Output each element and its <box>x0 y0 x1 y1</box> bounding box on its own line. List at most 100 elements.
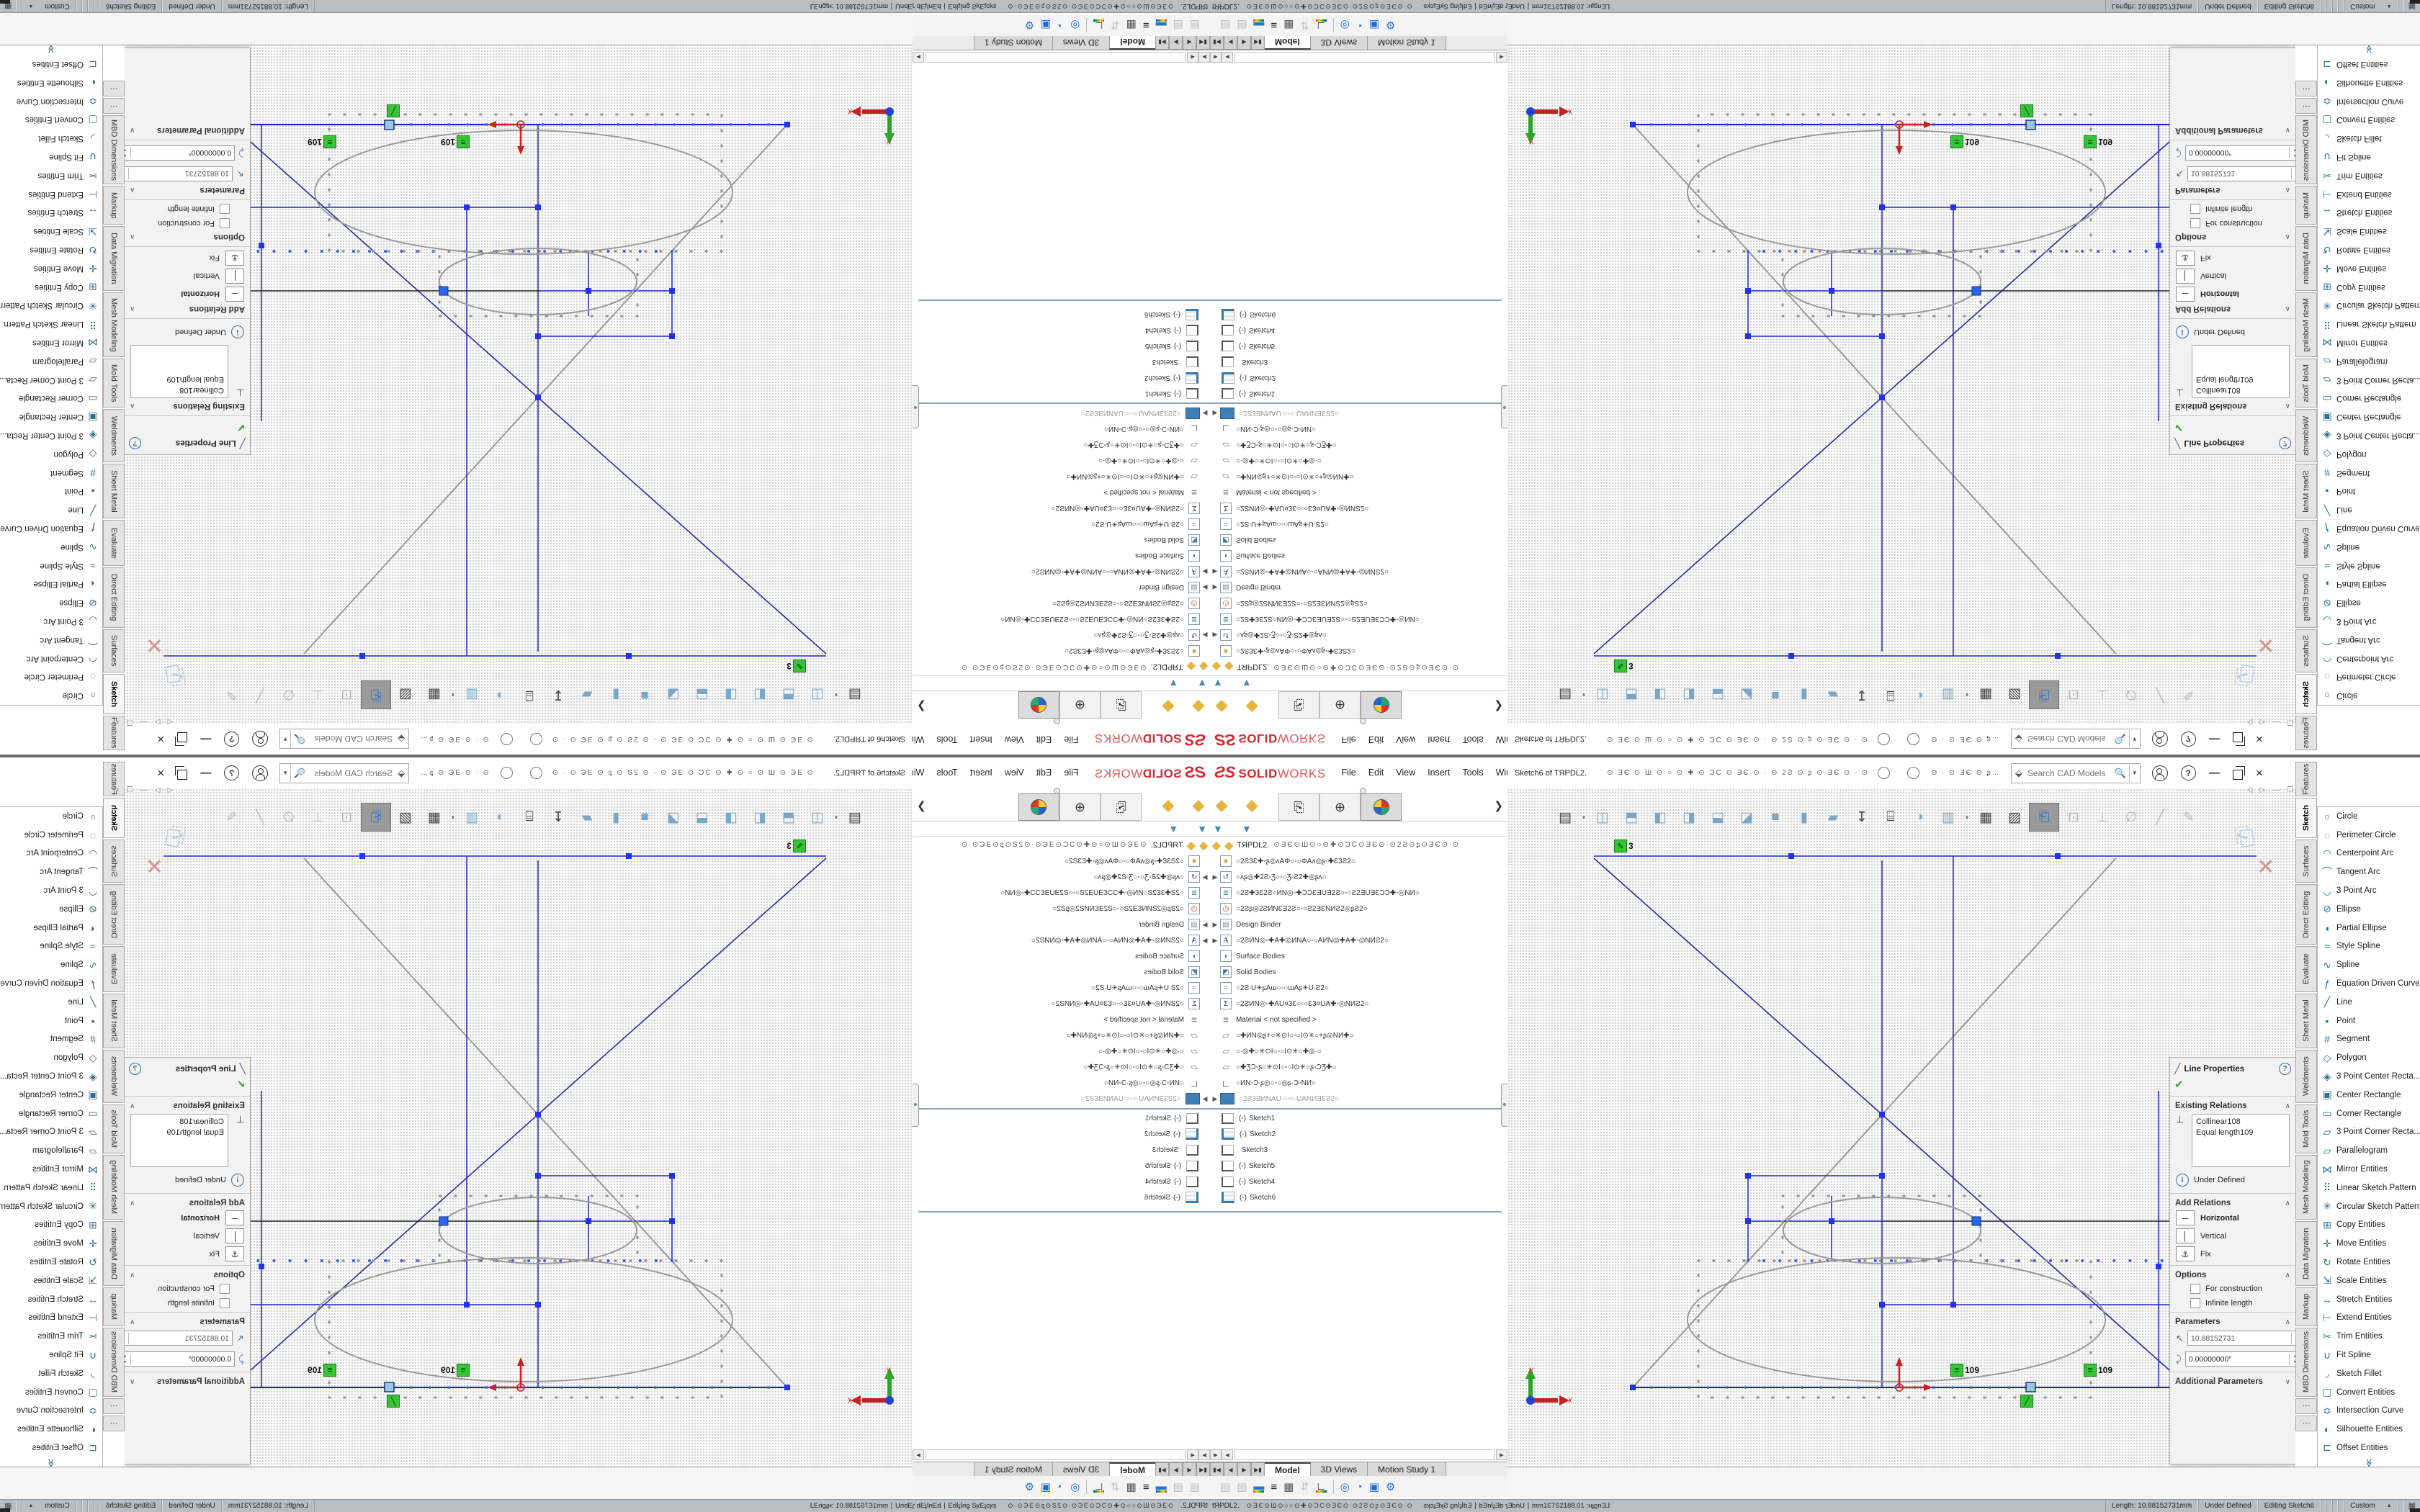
view-tool-icon[interactable]: ╱ <box>2146 804 2174 831</box>
child-minimize-icon[interactable]: — <box>140 786 148 794</box>
tree-row[interactable]: ▶ ○ʌʂ◎✚2Ƨ◦Ʒ○◦○Ʒ◦Ƨ2✚◎ʂʌ○ <box>1210 869 1502 885</box>
tree-row[interactable]: ○2Ƨ∙U✳ʂAɯ○◦○ɯAʂ✳U∙Ƨ2○ <box>1210 980 1502 996</box>
collapse-icon[interactable]: ∧ <box>2285 1102 2290 1110</box>
view-tool-icon[interactable]: ◧ <box>745 681 774 708</box>
checkbox[interactable] <box>220 1298 230 1308</box>
flyout-item[interactable]: ○ Circle <box>0 686 102 705</box>
view-tool-icon[interactable]: ■ <box>1761 804 1790 831</box>
next-pane-arrow[interactable]: ❯ <box>917 799 926 812</box>
bottom-toolbar-icon[interactable]: ≡ <box>1270 1482 1277 1493</box>
view-tool-icon[interactable]: ◑ <box>1905 804 1934 831</box>
expand-arrow-icon[interactable]: ▶ <box>1210 1095 1220 1103</box>
collapse-icon[interactable]: ∧ <box>130 305 135 313</box>
view-tool-icon[interactable]: ⊥ <box>2088 804 2117 831</box>
flyout-item[interactable]: ⊘ Ellipse <box>2318 900 2420 919</box>
relation-item[interactable]: Collinear108 <box>2196 384 2285 395</box>
view-tool-icon[interactable]: ⌸ <box>515 804 544 831</box>
view-tool-icon[interactable]: ▮ <box>1790 681 1819 708</box>
flyout-item[interactable]: ○ Circle <box>2318 807 2420 826</box>
command-tab[interactable]: Markup <box>103 186 125 225</box>
scroll-left-icon[interactable]: ◀ <box>1222 52 1233 63</box>
view-tool-icon[interactable]: ⌸ <box>1876 804 1905 831</box>
next-pane-arrow[interactable]: ❯ <box>917 700 926 713</box>
section-additional-parameters[interactable]: Additional Parameters ∨ <box>125 125 250 138</box>
document-tab[interactable]: Motion Study 1 <box>1368 1462 1446 1477</box>
flyout-item[interactable]: ⋈ Mirror Entities <box>0 333 102 352</box>
flyout-item[interactable]: # Segment <box>0 464 102 482</box>
menu-item[interactable]: Insert <box>970 768 992 778</box>
length-input[interactable] <box>2188 1334 2291 1343</box>
ring-icon[interactable] <box>501 733 513 745</box>
tree-row[interactable]: ○2Ƨ✚3Ɛ2Ƨ○ИN◎◦✚ƆƆƐƎUƎ2Ƨ○◦○Ƨ2ƎUƎƐƆƆ✚◦◎NИ○ <box>1210 611 1502 627</box>
view-tool-icon[interactable]: ⬒ <box>1617 681 1646 708</box>
view-tool-icon[interactable]: ⊡ <box>2059 804 2088 831</box>
tab-configurationmanager[interactable]: ⊕ <box>1319 793 1361 821</box>
flyout-item[interactable]: ◌ Perimeter Circle <box>0 667 102 686</box>
view-tool-icon[interactable]: ▤ <box>841 804 869 831</box>
more-tools-icon[interactable]: ≫ <box>2318 45 2420 55</box>
vcr-button[interactable]: ▮◀ <box>1210 1462 1224 1477</box>
sketch-diagonal[interactable] <box>231 125 826 654</box>
menu-item[interactable]: Tools <box>936 768 957 778</box>
selected-endpoint-handle[interactable] <box>2026 1382 2035 1392</box>
tree-row[interactable]: Surface Bodies <box>918 948 1210 964</box>
command-tab[interactable]: ⋮ <box>2295 1398 2317 1414</box>
view-tool-icon[interactable]: ▥ <box>1934 804 1963 831</box>
flyout-item[interactable]: ⋈ Mirror Entities <box>2318 1160 2420 1179</box>
flyout-item[interactable]: ▱ Parallelogram <box>0 1141 102 1160</box>
bottom-toolbar-icon[interactable]: ▣ <box>1369 1482 1379 1493</box>
tree-row[interactable]: ○2Ƨ3Ɛ✚◦ʂ◎ʌAΦ○◦○ΦAʌ◎ʂ◦✚Ɛ3Ƨ2○ <box>918 853 1210 869</box>
view-tool-icon[interactable]: ▰ <box>1819 804 1847 831</box>
tab-displaymanager[interactable] <box>1018 691 1059 719</box>
vcr-button[interactable]: ▶ <box>1237 1462 1251 1477</box>
collapse-icon[interactable]: ∧ <box>130 186 135 194</box>
flyout-item[interactable]: ✂ Trim Entities <box>2318 166 2420 185</box>
tree-row[interactable]: ○2Ƨ✚3Ɛ2Ƨ○ИN◎◦✚ƆƆƐƎUƎ2Ƨ○◦○Ƨ2ƎUƎƐƆƆ✚◦◎NИ○ <box>918 885 1210 901</box>
view-tool-icon[interactable]: ◨ <box>1675 804 1703 831</box>
command-tab[interactable]: Mesh Modeling <box>2295 292 2317 357</box>
line-endpoint-handle[interactable] <box>439 1217 448 1225</box>
next-pane-arrow[interactable]: ❯ <box>1494 799 1503 812</box>
ring-icon[interactable] <box>501 767 513 779</box>
command-tab[interactable]: MBD Dimensions <box>2295 1328 2317 1397</box>
tree-row[interactable]: ▶ ○2ƧИN◎◦✚A✚◎ИNA○◦○AИN◎✚A✚◦◎NИƧ2○ <box>1210 564 1502 580</box>
command-tab[interactable]: Weldments <box>2295 409 2317 462</box>
flyout-item[interactable]: ◞ Sketch Fillet <box>0 129 102 148</box>
bottom-toolbar-icon[interactable]: ◔ <box>1057 1482 1064 1493</box>
ok-button[interactable]: ✔ <box>2170 1076 2295 1094</box>
flyout-item[interactable]: ○ Circle <box>0 807 102 826</box>
command-tab[interactable]: ⋮ <box>103 98 125 114</box>
view-tool-icon[interactable]: ▾ <box>832 681 841 708</box>
bottom-toolbar-icon[interactable]: ◎ <box>1070 1482 1080 1493</box>
flyout-item[interactable]: ✛ Move Entities <box>2318 1234 2420 1253</box>
command-tab[interactable]: Mold Tools <box>2295 359 2317 408</box>
relation-button[interactable]: │ <box>225 269 244 284</box>
document-tab[interactable]: 3D Views <box>1311 1462 1368 1477</box>
bottom-toolbar-icon[interactable]: ∟ <box>1316 19 1327 31</box>
collapse-icon[interactable]: ∧ <box>130 1272 135 1279</box>
tree-row[interactable]: ○2ƧИN◎◦✚AU¤3Ɛ○◦○Ɛ3¤UA✚◦◎NИƧ2○ <box>918 500 1210 516</box>
restore-button[interactable] <box>2233 733 2243 743</box>
view-tool-icon[interactable]: ◪ <box>659 804 688 831</box>
view-tool-icon[interactable]: ⬓ <box>688 681 717 708</box>
tree-row[interactable]: ○✚ИN◎ʂ+○✳⊙I○◦○I⊙✳○+ʂ◎NИ✚○ <box>918 469 1210 485</box>
command-tab[interactable]: Data Migration <box>2295 1221 2317 1286</box>
flyout-item[interactable]: ▪ Point <box>2318 482 2420 500</box>
view-tool-icon[interactable]: ⌸ <box>1876 681 1905 708</box>
flyout-item[interactable]: ✛ Move Entities <box>0 259 102 278</box>
bottom-toolbar-icon[interactable]: ▦ <box>1126 20 1137 31</box>
flyout-item[interactable]: ∪ Fit Spline <box>0 1346 102 1364</box>
command-tab[interactable]: ⋮ <box>2295 98 2317 114</box>
collapse-icon[interactable]: ∧ <box>2285 1200 2290 1207</box>
tree-row[interactable]: Material < not specified > <box>1210 1012 1502 1027</box>
view-tool-icon[interactable]: ▮ <box>601 804 630 831</box>
menu-item[interactable]: View <box>1396 768 1415 778</box>
flyout-item[interactable]: ◞ Sketch Fillet <box>2318 129 2420 148</box>
scroll-right-icon[interactable]: ▶ <box>1210 1449 1222 1460</box>
view-tool-icon[interactable]: ▦ <box>420 681 449 708</box>
bottom-toolbar-icon[interactable]: ▦ <box>1126 1482 1137 1493</box>
pane-splitter-handle[interactable] <box>912 1084 919 1127</box>
ring-icon[interactable] <box>530 733 542 745</box>
document-tab[interactable]: 3D Views <box>1052 1462 1109 1477</box>
cancel-sketch-icon[interactable]: ✕ <box>145 632 163 657</box>
